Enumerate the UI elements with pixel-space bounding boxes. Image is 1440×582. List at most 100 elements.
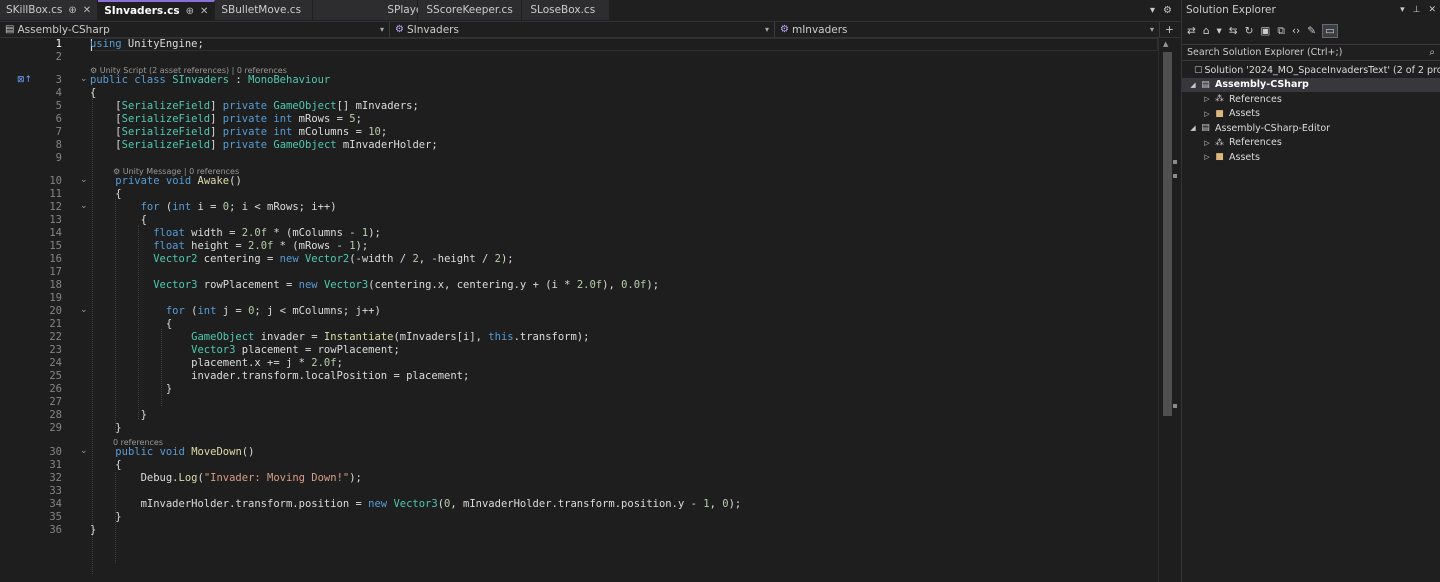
fold-toggle-icon[interactable]: ⌄ (80, 305, 88, 315)
solution-explorer-toolbar: ⇄ ⌂ ▾ ⇆ ↻ ▣ ⧉ ‹› ✎ ▭ (1182, 20, 1440, 42)
code-text-area[interactable]: ⚙ Unity Script (2 asset references) | 0 … (90, 38, 1158, 582)
tree-item-assembly-csharp[interactable]: ◢ ▤ Assembly-CSharp (1182, 77, 1440, 92)
scrollbar-thumb[interactable] (1163, 52, 1172, 416)
line-number: 5 (55, 100, 62, 112)
line-number: 6 (55, 113, 62, 125)
expanded-chevron-icon[interactable]: ◢ (1188, 124, 1198, 132)
line-number: 14 (49, 227, 62, 239)
panel-options-icon[interactable]: ▾ (1400, 5, 1405, 15)
tab-label: SInvaders.cs (104, 5, 180, 17)
line-number: 29 (49, 422, 62, 434)
line-number: 30 (49, 446, 62, 458)
solution-explorer-search[interactable]: Search Solution Explorer (Ctrl+;) ⌕ (1182, 44, 1440, 61)
collapsed-chevron-icon[interactable]: ▷ (1202, 110, 1212, 118)
tab-sscorekeeper[interactable]: SScoreKeeper.cs (418, 0, 523, 20)
chevron-down-icon[interactable]: ▾ (1216, 25, 1221, 37)
close-tab-icon[interactable]: ✕ (83, 5, 91, 16)
panel-title: Solution Explorer (1186, 4, 1276, 16)
line-number: 12 (49, 201, 62, 213)
expanded-chevron-icon[interactable]: ◢ (1188, 81, 1198, 89)
solution-icon: ▢ (1194, 65, 1203, 76)
line-number: 27 (49, 396, 62, 408)
tree-item-assembly-csharp-editor[interactable]: ◢ ▤ Assembly-CSharp-Editor (1182, 121, 1440, 136)
code-line-30: public void MoveDown() (115, 446, 255, 458)
fold-toggle-icon[interactable]: ⌄ (80, 175, 88, 185)
line-number: 7 (55, 126, 62, 138)
editor-vertical-scrollbar[interactable]: ▲ (1158, 38, 1180, 582)
line-number: 34 (49, 498, 62, 510)
tree-item-solution[interactable]: ▢ Solution '2024_MO_SpaceInvadersText' (… (1182, 63, 1440, 78)
tab-sbulletmove[interactable]: SBulletMove.cs (215, 0, 314, 20)
line-number: 20 (49, 305, 62, 317)
line-number: 17 (49, 266, 62, 278)
code-line-14: float width = 2.0f * (mColumns - 1); (153, 227, 381, 239)
tab-skillbox[interactable]: SKillBox.cs ⊕ ✕ (0, 0, 99, 20)
fold-toggle-icon[interactable]: ⌄ (80, 446, 88, 456)
fold-toggle-icon[interactable]: ⌄ (80, 74, 88, 84)
member-dropdown[interactable]: ⚙ mInvaders ▾ (775, 22, 1160, 37)
fold-toggle-icon[interactable]: ⌄ (80, 201, 88, 211)
properties-wrench-icon[interactable]: ✎ (1307, 25, 1316, 37)
tab-label: SBulletMove.cs (221, 4, 302, 16)
refresh-icon[interactable]: ↻ (1245, 25, 1254, 37)
tree-item-label: References (1229, 137, 1282, 149)
csharp-project-icon: ▤ (1201, 123, 1210, 134)
collapsed-chevron-icon[interactable]: ▷ (1202, 153, 1212, 161)
line-number: 16 (49, 253, 62, 265)
code-line-1: using UnityEngine; (90, 38, 204, 50)
line-number: 25 (49, 370, 62, 382)
switch-views-icon[interactable]: ⇄ (1187, 25, 1196, 37)
code-line-11: { (115, 188, 122, 200)
tree-item-references[interactable]: ▷ ⁂ References (1182, 136, 1440, 151)
tree-item-label: Assets (1229, 151, 1260, 163)
line-number: 35 (49, 511, 62, 523)
show-all-files-icon[interactable]: ⧉ (1277, 25, 1285, 38)
view-code-icon[interactable]: ‹› (1292, 25, 1300, 37)
scroll-marker (1173, 160, 1177, 164)
sync-icon[interactable]: ⇆ (1229, 25, 1238, 37)
code-line-34: mInvaderHolder.transform.position = new … (140, 498, 742, 510)
tab-splayer[interactable]: SPlayer.cs (313, 0, 440, 20)
csharp-project-icon: ▤ (5, 24, 15, 35)
tab-strip-controls: ▾ ⚙ (1150, 0, 1180, 20)
project-dropdown-value: Assembly-CSharp (17, 23, 110, 36)
close-panel-icon[interactable]: ✕ (1428, 5, 1436, 15)
pin-panel-icon[interactable]: ⊥ (1413, 5, 1421, 15)
type-dropdown[interactable]: ⚙ SInvaders ▾ (390, 22, 775, 37)
tab-list-dropdown-icon[interactable]: ▾ (1150, 5, 1155, 16)
line-number: 10 (49, 175, 62, 187)
line-number: 1 (55, 38, 62, 50)
pin-icon[interactable]: ⊕ (68, 5, 76, 16)
tree-item-references[interactable]: ▷ ⁂ References (1182, 92, 1440, 107)
solution-explorer-header: Solution Explorer ▾ ⊥ ✕ (1182, 0, 1440, 20)
code-line-29: } (115, 422, 122, 434)
inheritance-margin-icon[interactable]: ⊠↑ (17, 75, 32, 85)
scroll-up-icon[interactable]: ▲ (1163, 40, 1168, 48)
project-dropdown[interactable]: ▤ Assembly-CSharp ▾ (0, 22, 390, 37)
solution-tree: ▢ Solution '2024_MO_SpaceInvadersText' (… (1182, 61, 1440, 165)
preview-selected-icon[interactable]: ▭ (1322, 24, 1338, 38)
line-number-gutter: 1 2 3 4 5 6 7 8 9 10 11 12 13 14 15 16 17 18 19 20 21 22 23 24 2… (0, 38, 90, 582)
close-tab-icon[interactable]: ✕ (200, 6, 208, 17)
split-editor-button[interactable]: + (1160, 22, 1180, 37)
collapsed-chevron-icon[interactable]: ▷ (1202, 95, 1212, 103)
tree-item-assets[interactable]: ▷ ■ Assets (1182, 150, 1440, 165)
code-editor[interactable]: 1 2 3 4 5 6 7 8 9 10 11 12 13 14 15 16 17 18 19 20 21 22 23 24 2… (0, 38, 1180, 582)
line-number: 28 (49, 409, 62, 421)
code-line-21: { (165, 318, 173, 330)
scroll-marker (1173, 404, 1177, 408)
tree-item-assets[interactable]: ▷ ■ Assets (1182, 107, 1440, 122)
tab-sinvaders[interactable]: SInvaders.cs ⊕ ✕ (98, 0, 216, 20)
field-icon: ⚙ (780, 24, 789, 35)
search-icon[interactable]: ⌕ (1429, 47, 1435, 58)
tab-slosebox[interactable]: SLoseBox.cs (522, 0, 611, 20)
pin-icon[interactable]: ⊕ (186, 6, 194, 17)
line-number: 36 (49, 524, 62, 536)
code-line-22: GameObject invader = Instantiate(mInvade… (191, 331, 590, 343)
code-line-16: Vector2 centering = new Vector2(-width /… (153, 253, 514, 265)
line-number: 15 (49, 240, 62, 252)
home-icon[interactable]: ⌂ (1203, 25, 1210, 37)
settings-gear-icon[interactable]: ⚙ (1163, 5, 1172, 16)
collapse-all-icon[interactable]: ▣ (1260, 25, 1270, 37)
collapsed-chevron-icon[interactable]: ▷ (1202, 139, 1212, 147)
